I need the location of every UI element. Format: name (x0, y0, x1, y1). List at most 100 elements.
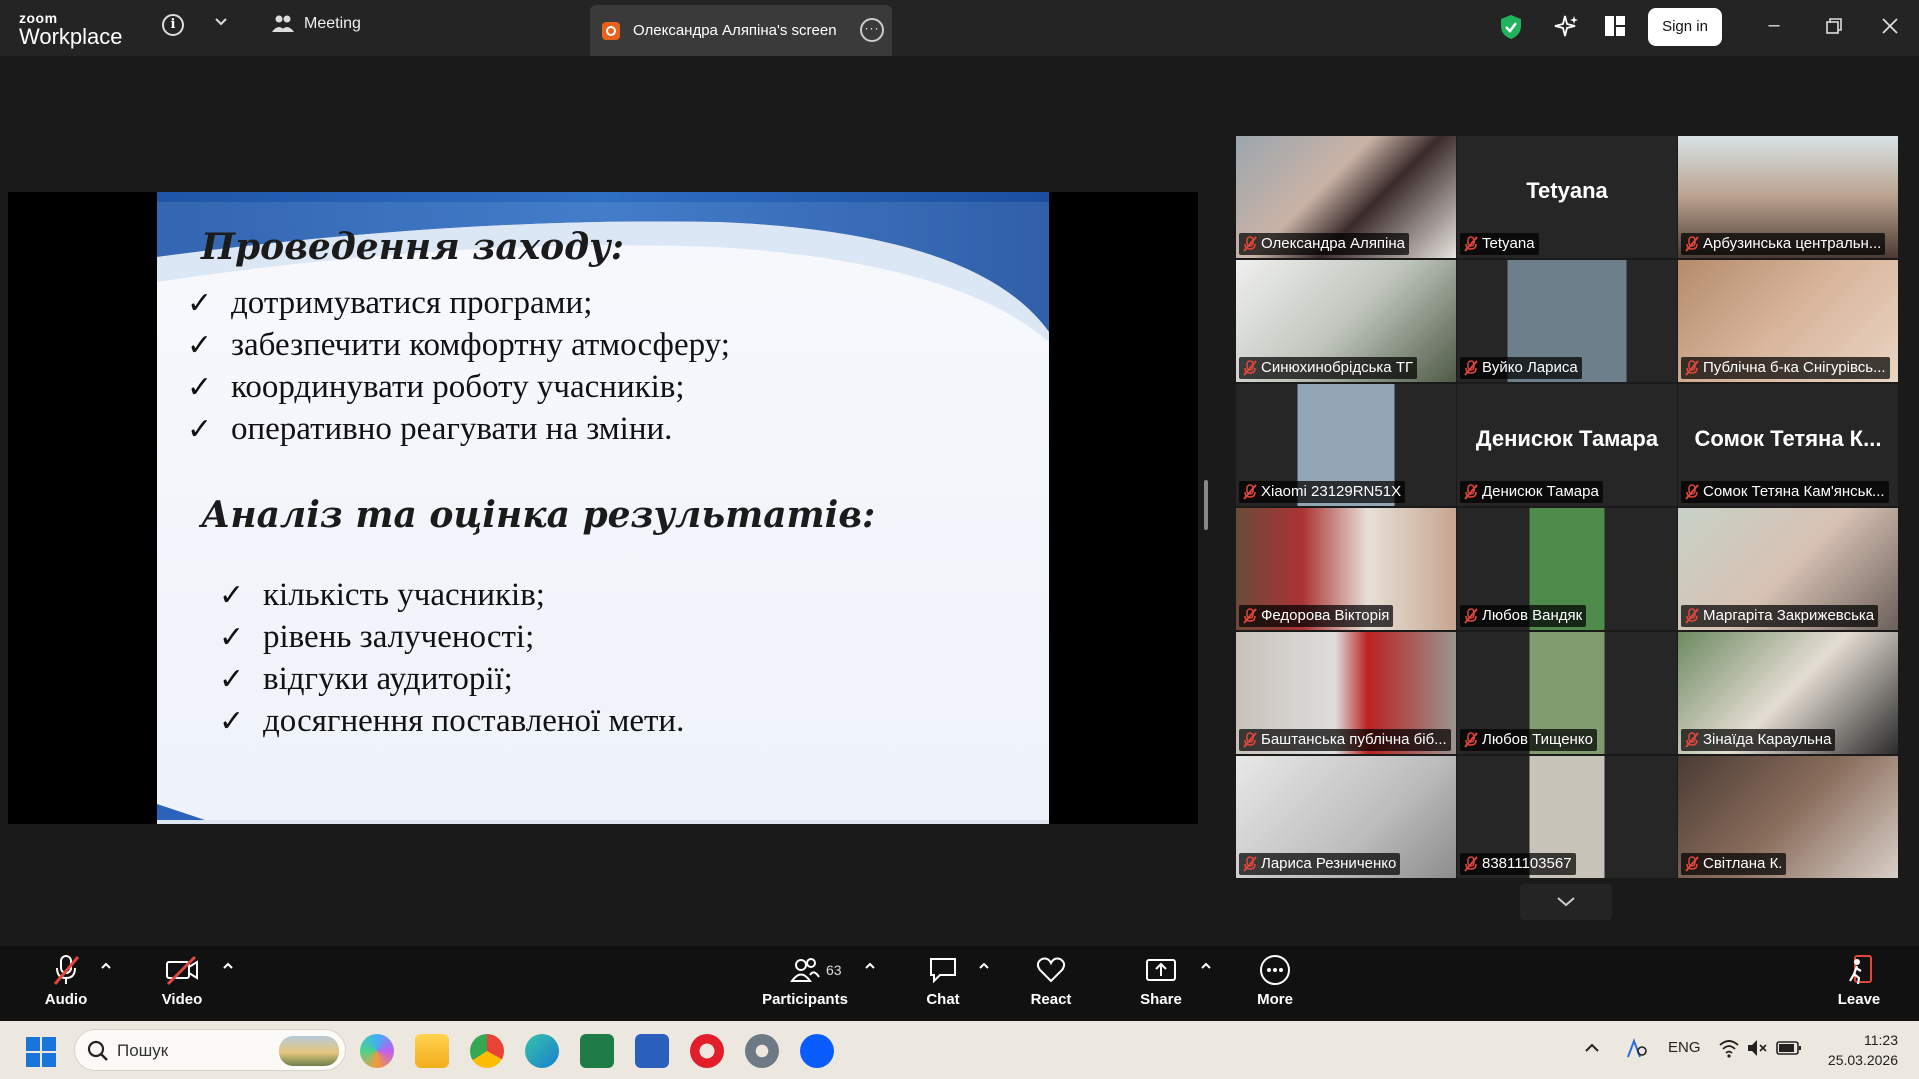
audio-options-chevron-icon[interactable] (98, 960, 114, 972)
chat-options-chevron-icon[interactable] (976, 960, 992, 972)
clock-time: 11:23 (1864, 1032, 1898, 1048)
participant-name-label: Світлана К. (1681, 853, 1787, 875)
video-off-icon (166, 955, 198, 986)
chevron-down-icon[interactable] (213, 14, 229, 30)
list-item-text: дотримуватися програми; (231, 284, 593, 321)
react-label: React (1030, 991, 1072, 1008)
opera-icon[interactable] (690, 1034, 724, 1068)
participant-name-label: Баштанська публічна біб... (1239, 729, 1451, 751)
participants-icon (272, 15, 294, 32)
slide-footer-wave (157, 804, 1049, 824)
slide-list-analysis: ✓ кількість учасників; ✓ рівень залученост… (219, 574, 684, 742)
language-indicator[interactable]: ENG (1668, 1039, 1701, 1056)
windows-start-icon[interactable] (26, 1037, 56, 1067)
battery-icon[interactable] (1776, 1040, 1802, 1056)
minimize-icon[interactable]: – (1762, 14, 1786, 38)
checkmark-icon: ✓ (187, 285, 213, 321)
panel-resize-handle[interactable] (1204, 480, 1208, 530)
participant-tile[interactable]: Арбузинська центральн... (1678, 136, 1898, 258)
wifi-icon[interactable] (1718, 1038, 1740, 1058)
list-item: ✓ оперативно реагувати на зміни. (187, 408, 730, 450)
checkmark-icon: ✓ (187, 327, 213, 363)
zoom-app-icon[interactable] (800, 1034, 834, 1068)
microphone-muted-icon (1685, 484, 1699, 500)
share-screen-icon (602, 21, 620, 40)
volume-muted-icon[interactable] (1746, 1038, 1768, 1058)
checkmark-icon: ✓ (187, 411, 213, 447)
share-button[interactable]: Share (1134, 954, 1188, 1008)
edge-icon[interactable] (525, 1034, 559, 1068)
brand-top: zoom (19, 10, 58, 26)
participant-tile[interactable]: 83811103567 (1457, 756, 1677, 878)
tab-meeting[interactable]: Meeting (272, 14, 361, 34)
participant-tile[interactable]: Tetyana Tetyana (1457, 136, 1677, 258)
share-options-chevron-icon[interactable] (1198, 960, 1214, 972)
participant-tile[interactable]: Лариса Резниченко (1236, 756, 1456, 878)
microphone-muted-icon (1243, 608, 1257, 624)
participant-tile[interactable]: Зінаїда Караульна (1678, 632, 1898, 754)
react-button[interactable]: React (1022, 954, 1080, 1008)
microphone-muted-icon (1464, 856, 1478, 872)
participant-tile[interactable]: Вуйко Лариса (1457, 260, 1677, 382)
participant-display-name: Tetyana (1526, 178, 1608, 203)
tab-shared-screen[interactable]: Олександра Аляпіна's screen ··· (590, 5, 892, 56)
chat-button[interactable]: Chat (916, 954, 970, 1008)
search-input[interactable]: Пошук (117, 1041, 168, 1061)
video-button[interactable]: Video (158, 954, 206, 1008)
leave-icon (1849, 955, 1872, 985)
participant-tile[interactable]: Світлана К. (1678, 756, 1898, 878)
participant-name-label: Вуйко Лариса (1460, 357, 1582, 379)
participant-name-text: Світлана К. (1703, 855, 1783, 872)
participant-tile[interactable]: Любов Тищенко (1457, 632, 1677, 754)
chrome-icon[interactable] (470, 1034, 504, 1068)
view-layout-icon[interactable] (1605, 16, 1625, 36)
search-icon (87, 1040, 108, 1061)
list-item-text: оперативно реагувати на зміни. (231, 410, 673, 447)
participant-tile[interactable]: Олександра Аляпіна (1236, 136, 1456, 258)
microphone-muted-icon (1464, 360, 1478, 376)
file-explorer-icon[interactable] (415, 1034, 449, 1068)
more-button[interactable]: More (1250, 954, 1300, 1008)
participant-tile[interactable]: Синюхинобрідська ТГ (1236, 260, 1456, 382)
participant-name-label: Лариса Резниченко (1239, 853, 1401, 875)
participant-tile[interactable]: Любов Вандяк (1457, 508, 1677, 630)
share-screen-icon (1146, 959, 1176, 981)
microphone-muted-icon (1685, 856, 1699, 872)
gallery-next-page-button[interactable] (1520, 884, 1612, 920)
meeting-toolbar: Audio Video Participants Chat React Shar… (0, 946, 1919, 1021)
participant-name-text: Федорова Вікторія (1261, 607, 1390, 624)
ai-companion-icon[interactable] (1553, 14, 1579, 40)
location-icon[interactable] (1622, 1037, 1648, 1061)
participant-tile[interactable]: Баштанська публічна біб... (1236, 632, 1456, 754)
system-clock[interactable]: 11:23 25.03.2026 (1822, 1030, 1898, 1070)
settings-gear-icon[interactable] (745, 1034, 779, 1068)
sign-in-button[interactable]: Sign in (1648, 8, 1722, 46)
excel-icon[interactable] (580, 1034, 614, 1068)
taskbar-search[interactable]: Пошук (74, 1029, 346, 1071)
word-icon[interactable] (635, 1034, 669, 1068)
participants-options-chevron-icon[interactable] (862, 960, 878, 972)
participant-name-text: Сомок Тетяна Кам'янськ... (1703, 483, 1885, 500)
copilot-icon[interactable] (360, 1034, 394, 1068)
info-icon[interactable]: i (162, 14, 184, 36)
participant-tile[interactable]: Xiaomi 23129RN51X (1236, 384, 1456, 506)
participants-icon (790, 958, 820, 982)
participant-tile[interactable]: Федорова Вікторія (1236, 508, 1456, 630)
leave-button[interactable]: Leave (1834, 954, 1884, 1008)
more-options-icon[interactable]: ··· (860, 18, 884, 42)
encryption-shield-icon[interactable] (1500, 14, 1522, 40)
chevron-up-icon[interactable] (1583, 1041, 1601, 1055)
audio-button[interactable]: Audio (40, 954, 92, 1008)
restore-icon[interactable] (1822, 14, 1846, 38)
participant-tile[interactable]: Денисюк Тамара Денисюк Тамара (1457, 384, 1677, 506)
list-item: ✓ дотримуватися програми; (187, 282, 730, 324)
close-icon[interactable] (1878, 14, 1902, 38)
microphone-muted-icon (1685, 732, 1699, 748)
participant-name-text: Денисюк Тамара (1482, 483, 1599, 500)
participant-tile[interactable]: Маргаріта Закрижевська (1678, 508, 1898, 630)
participant-tile[interactable]: Сомок Тетяна К... Сомок Тетяна Кам'янськ.… (1678, 384, 1898, 506)
video-options-chevron-icon[interactable] (220, 960, 236, 972)
more-label: More (1257, 991, 1293, 1008)
participant-name-label: Tetyana (1460, 233, 1539, 255)
participant-tile[interactable]: Публічна б-ка Снігурівсь... (1678, 260, 1898, 382)
